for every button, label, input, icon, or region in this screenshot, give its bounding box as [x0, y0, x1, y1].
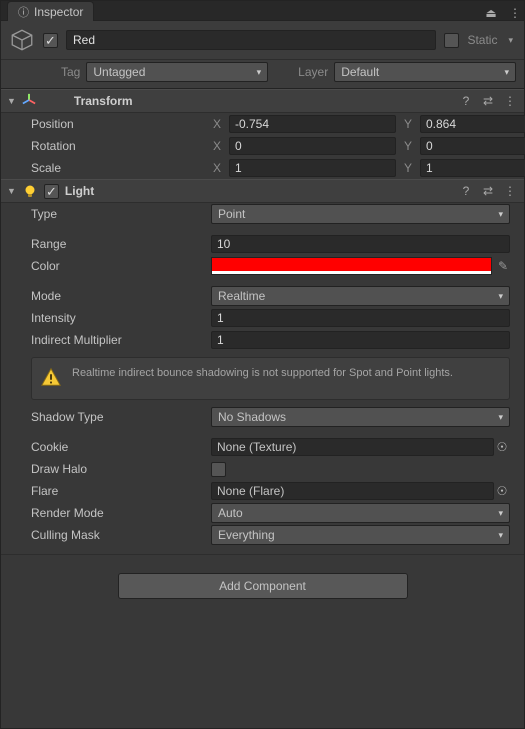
position-row: Position X Y Z — [1, 113, 524, 135]
scale-x-input[interactable] — [229, 159, 396, 177]
intensity-input[interactable] — [211, 309, 510, 327]
chevron-down-icon: ▾ — [498, 530, 503, 541]
help-icon[interactable]: ? — [458, 93, 474, 109]
chevron-down-icon: ▾ — [498, 412, 503, 423]
y-label: Y — [402, 117, 414, 131]
tab-label: Inspector — [34, 5, 83, 19]
add-component-button[interactable]: Add Component — [118, 573, 408, 599]
add-component-area: Add Component — [1, 554, 524, 599]
x-label: X — [211, 117, 223, 131]
cookie-label: Cookie — [31, 440, 211, 454]
scale-label: Scale — [31, 161, 211, 175]
tab-inspector[interactable]: ⓘ Inspector — [7, 1, 94, 21]
info-icon: ⓘ — [18, 4, 29, 20]
position-y-input[interactable] — [420, 115, 525, 133]
chevron-down-icon: ▾ — [498, 209, 503, 220]
type-label: Type — [31, 207, 211, 221]
rotation-x-input[interactable] — [229, 137, 396, 155]
foldout-icon[interactable]: ▼ — [7, 96, 16, 106]
cube-icon[interactable] — [9, 27, 35, 53]
chevron-down-icon: ▾ — [504, 67, 509, 78]
enabled-checkbox[interactable]: ✓ — [43, 33, 58, 48]
eyedropper-icon[interactable]: ✎ — [496, 259, 510, 273]
transform-icon — [22, 93, 36, 110]
chevron-down-icon: ▾ — [498, 291, 503, 302]
tag-value: Untagged — [93, 65, 145, 79]
indirect-input[interactable] — [211, 331, 510, 349]
light-title: Light — [65, 184, 452, 198]
scale-y-input[interactable] — [420, 159, 525, 177]
kebab-icon[interactable]: ⋮ — [502, 93, 518, 109]
help-icon[interactable]: ? — [458, 183, 474, 199]
tag-dropdown[interactable]: Untagged ▾ — [86, 62, 268, 82]
cookie-field[interactable]: None (Texture) — [211, 438, 494, 456]
static-checkbox[interactable] — [444, 33, 459, 48]
kebab-icon[interactable]: ⋮ — [502, 183, 518, 199]
position-x-input[interactable] — [229, 115, 396, 133]
warning-text: Realtime indirect bounce shadowing is no… — [72, 366, 453, 391]
indirect-label: Indirect Multiplier — [31, 333, 211, 347]
range-label: Range — [31, 237, 211, 251]
chevron-down-icon: ▾ — [498, 508, 503, 519]
transform-title: Transform — [74, 94, 452, 108]
shadow-type-dropdown[interactable]: No Shadows▾ — [211, 407, 510, 427]
object-header: ✓ Static ▾ — [1, 21, 524, 60]
tag-label: Tag — [61, 65, 80, 79]
position-label: Position — [31, 117, 211, 131]
intensity-label: Intensity — [31, 311, 211, 325]
foldout-icon[interactable]: ▼ — [7, 186, 16, 196]
draw-halo-checkbox[interactable] — [211, 462, 226, 477]
tab-bar: ⓘ Inspector ⏏ ⋮ — [1, 1, 524, 21]
flare-label: Flare — [31, 484, 211, 498]
range-input[interactable] — [211, 235, 510, 253]
lock-icon[interactable]: ⏏ — [482, 6, 500, 20]
light-header[interactable]: ▼ ✓ Light ? ⇄ ⋮ — [1, 179, 524, 203]
transform-header[interactable]: ▼ Transform ? ⇄ ⋮ — [1, 89, 524, 113]
layer-dropdown[interactable]: Default ▾ — [334, 62, 516, 82]
layer-value: Default — [341, 65, 379, 79]
rotation-label: Rotation — [31, 139, 211, 153]
kebab-icon[interactable]: ⋮ — [506, 6, 524, 20]
draw-halo-label: Draw Halo — [31, 462, 211, 476]
layer-label: Layer — [298, 65, 328, 79]
culling-mask-dropdown[interactable]: Everything▾ — [211, 525, 510, 545]
rotation-y-input[interactable] — [420, 137, 525, 155]
chevron-down-icon: ▾ — [257, 67, 262, 78]
scale-row: Scale X Y Z — [1, 157, 524, 179]
rotation-row: Rotation X Y Z — [1, 135, 524, 157]
object-picker-icon[interactable]: ☉ — [494, 484, 510, 498]
mode-label: Mode — [31, 289, 211, 303]
warning-box: Realtime indirect bounce shadowing is no… — [31, 357, 510, 400]
preset-icon[interactable]: ⇄ — [480, 183, 496, 199]
shadow-type-label: Shadow Type — [31, 410, 211, 424]
preset-icon[interactable]: ⇄ — [480, 93, 496, 109]
object-picker-icon[interactable]: ☉ — [494, 440, 510, 454]
static-label: Static — [467, 33, 497, 47]
light-enabled-checkbox[interactable]: ✓ — [44, 184, 59, 199]
render-mode-dropdown[interactable]: Auto▾ — [211, 503, 510, 523]
type-dropdown[interactable]: Point▾ — [211, 204, 510, 224]
flare-field[interactable]: None (Flare) — [211, 482, 494, 500]
mode-dropdown[interactable]: Realtime▾ — [211, 286, 510, 306]
light-icon — [22, 183, 38, 199]
static-dropdown-icon[interactable]: ▾ — [505, 35, 516, 46]
tag-layer-row: Tag Untagged ▾ Layer Default ▾ — [1, 60, 524, 89]
inspector-window: ⓘ Inspector ⏏ ⋮ ✓ Static ▾ Tag Untagged … — [0, 0, 525, 729]
warning-icon — [40, 366, 62, 391]
object-name-input[interactable] — [66, 30, 436, 50]
color-swatch[interactable] — [211, 257, 492, 275]
culling-mask-label: Culling Mask — [31, 528, 211, 542]
render-mode-label: Render Mode — [31, 506, 211, 520]
color-label: Color — [31, 259, 211, 273]
